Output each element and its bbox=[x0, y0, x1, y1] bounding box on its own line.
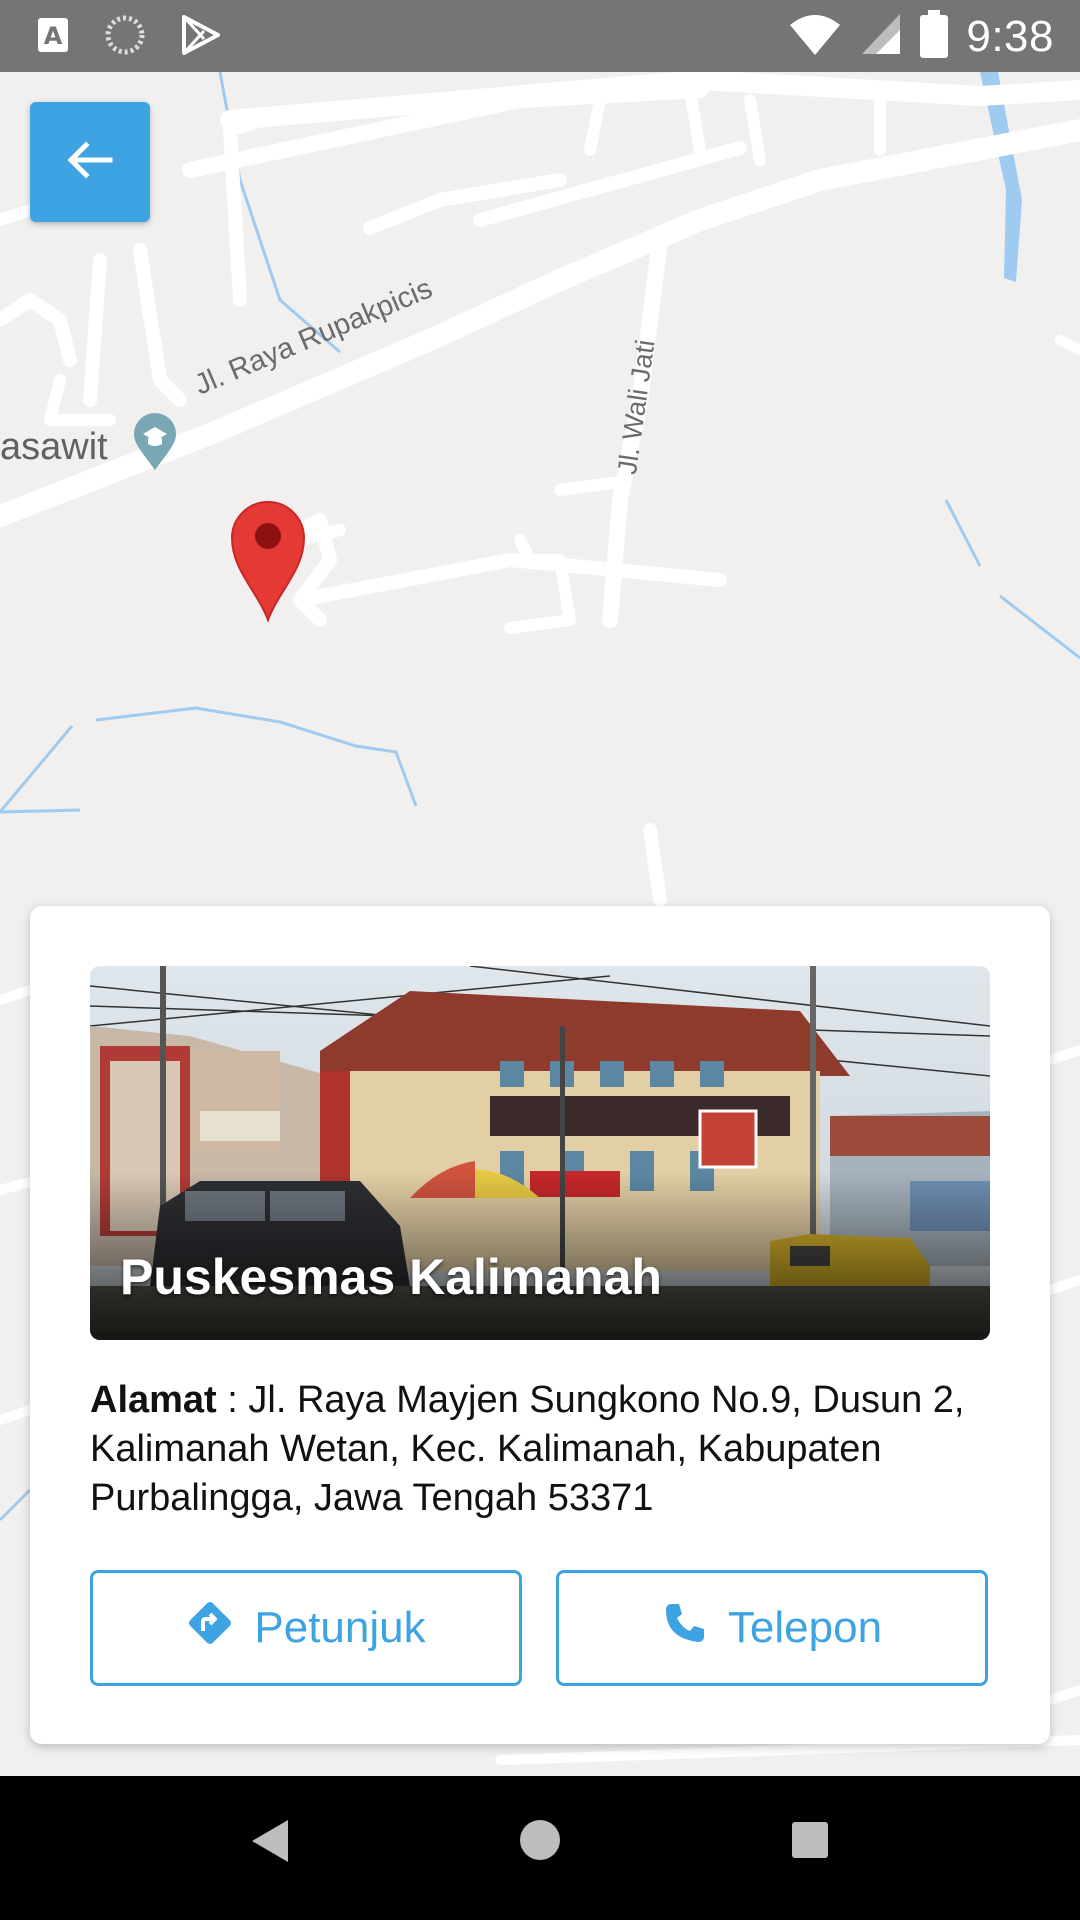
loading-icon bbox=[104, 14, 146, 61]
svg-text:A: A bbox=[44, 22, 63, 50]
directions-icon bbox=[186, 1599, 234, 1658]
phone-icon bbox=[662, 1600, 708, 1657]
signal-icon bbox=[860, 12, 902, 61]
nav-recents-icon[interactable] bbox=[790, 1820, 830, 1865]
map-place-label: asawit bbox=[0, 426, 108, 468]
place-photo: Puskesmas Kalimanah bbox=[90, 966, 990, 1340]
directions-button[interactable]: Petunjuk bbox=[90, 1570, 522, 1686]
place-name: Puskesmas Kalimanah bbox=[120, 1249, 662, 1305]
place-info-card: Puskesmas Kalimanah Alamat : Jl. Raya Ma… bbox=[30, 906, 1050, 1744]
back-button[interactable] bbox=[30, 102, 150, 222]
nav-back-icon[interactable] bbox=[248, 1816, 292, 1871]
status-bar: A 9:38 bbox=[0, 0, 1080, 72]
address-label: Alamat bbox=[90, 1379, 217, 1421]
wifi-icon bbox=[788, 11, 842, 62]
navigation-bar bbox=[0, 1776, 1080, 1920]
call-label: Telepon bbox=[727, 1603, 883, 1652]
address-text: Alamat : Jl. Raya Mayjen Sungkono No.9, … bbox=[90, 1376, 1010, 1523]
nav-home-icon[interactable] bbox=[518, 1818, 562, 1867]
address-separator: : bbox=[216, 1379, 249, 1421]
directions-label: Petunjuk bbox=[254, 1603, 426, 1652]
play-store-icon bbox=[180, 14, 222, 61]
arrow-back-icon bbox=[66, 140, 114, 185]
call-button[interactable]: Telepon bbox=[556, 1570, 988, 1686]
battery-icon bbox=[920, 10, 949, 63]
clock: 9:38 bbox=[966, 11, 1054, 61]
font-icon: A bbox=[36, 16, 70, 59]
